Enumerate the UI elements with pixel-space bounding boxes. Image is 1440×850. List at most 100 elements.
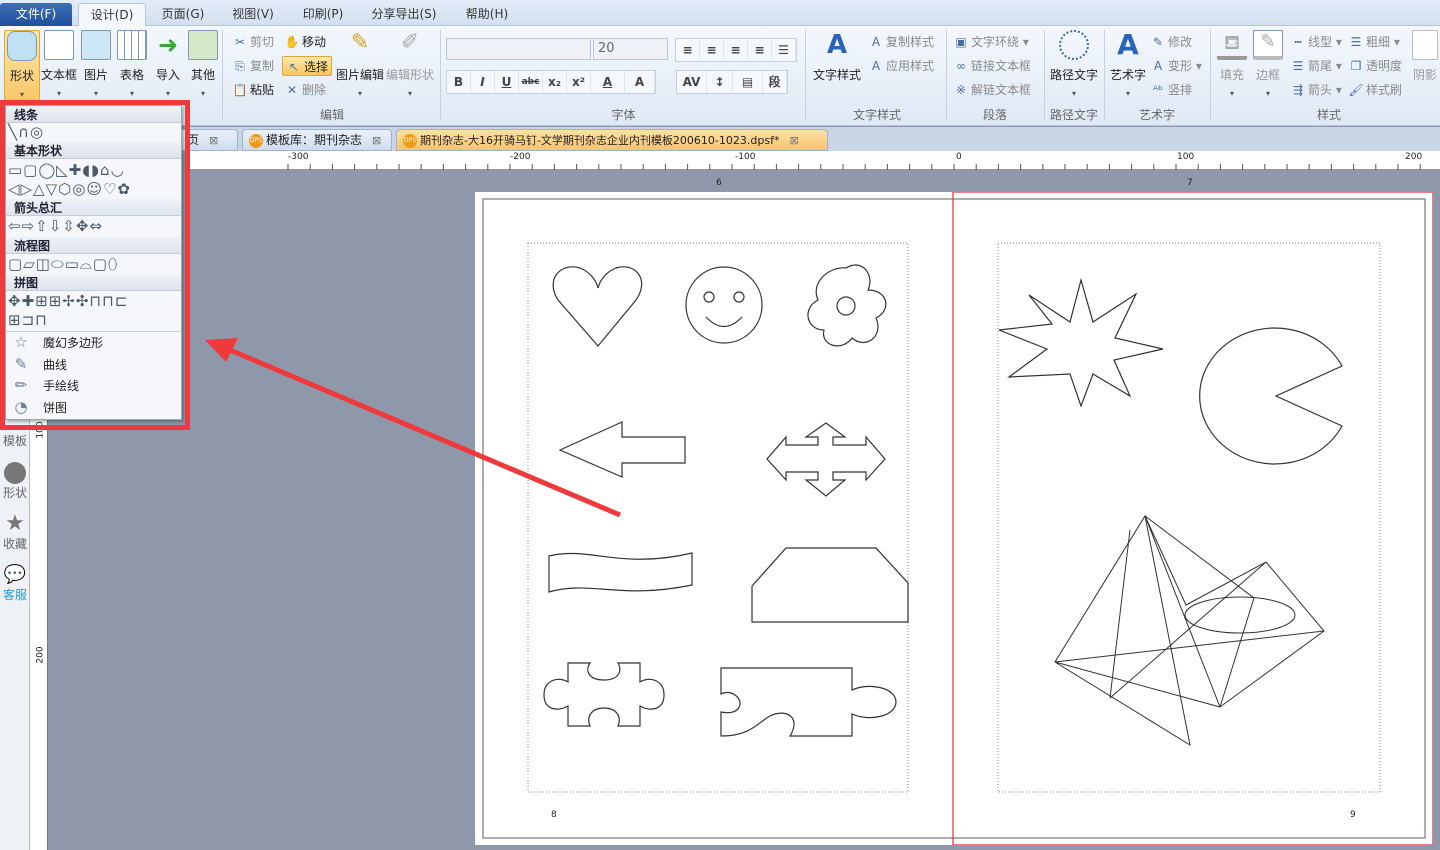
align-center-icon[interactable]: ≡ <box>700 39 724 61</box>
annotation-highlight-box <box>0 100 190 430</box>
tab-label: 期刊杂志-大16开骑马钉-文学期刊杂志企业内刊模板200610-1023.dps… <box>420 134 780 147</box>
shape-label: 形状 <box>9 69 34 83</box>
close-icon[interactable]: ⊠ <box>209 134 218 147</box>
arrow-tail-button[interactable]: ☰ 箭尾 ▾ <box>1290 56 1342 76</box>
copy-icon: ⎘ <box>235 59 245 73</box>
page-number-left: 8 <box>551 810 557 820</box>
path-text-button[interactable]: 路径文字 ▾ <box>1048 30 1100 98</box>
fill-button[interactable]: ⛾ 填充 ▾ <box>1214 30 1250 98</box>
sidebar-label: 客服 <box>2 588 27 602</box>
sidebar-item-support[interactable]: 💬 客服 <box>0 564 30 603</box>
move-button[interactable]: ✋ 移动 <box>284 32 327 52</box>
highlight-button[interactable]: A <box>625 71 655 93</box>
menu-design[interactable]: 设计(D) <box>78 3 146 26</box>
image-label: 图片 <box>83 68 108 82</box>
sidebar-item-favorites[interactable]: ★ 收藏 <box>0 513 30 552</box>
other-button[interactable]: 其他 ▾ <box>185 30 221 98</box>
opacity-button[interactable]: ❐ 透明度 <box>1348 56 1402 76</box>
chat-bubble-icon: 💬 <box>3 564 27 585</box>
format-brush-button[interactable]: 🖌 样式刷 <box>1348 80 1402 100</box>
copy-style-button[interactable]: A 复制样式 <box>868 32 934 52</box>
columns-icon[interactable]: ▤ <box>733 71 763 93</box>
cursor-icon: ↖ <box>288 60 300 74</box>
apply-style-button[interactable]: A 应用样式 <box>868 56 934 76</box>
weight-button[interactable]: ☰ 粗细 ▾ <box>1348 32 1400 52</box>
menu-print[interactable]: 印刷(P) <box>292 3 354 26</box>
image-edit-button[interactable]: ✎ 图片编辑 ▾ <box>336 30 384 98</box>
tab-label: 模板库：期刊杂志 <box>266 133 363 147</box>
text-wrap-button[interactable]: ▣ 文字环绕 ▾ <box>953 32 1029 52</box>
border-button[interactable]: ✎ 边框 ▾ <box>1250 30 1286 98</box>
bold-button[interactable]: B <box>447 71 471 93</box>
other-icon <box>188 30 218 60</box>
char-spacing-icon[interactable]: AV <box>677 71 707 93</box>
distribute-icon[interactable]: ☰ <box>772 39 796 61</box>
divider <box>1210 30 1211 120</box>
copy-button[interactable]: ⎘ 复制 <box>232 56 274 76</box>
superscript-button[interactable]: x² <box>567 71 591 93</box>
italic-button[interactable]: I <box>471 71 495 93</box>
select-label: 选择 <box>304 60 329 74</box>
divider <box>805 30 806 120</box>
image-button[interactable]: 图片 ▾ <box>78 30 114 98</box>
modify-button[interactable]: ✎ 修改 <box>1150 32 1192 52</box>
format-toolbar: B I Uabc x₂ x² A A <box>446 70 656 94</box>
cut-button[interactable]: ✂ 剪切 <box>232 32 274 52</box>
heart-shape <box>552 266 643 347</box>
close-icon[interactable]: ⊠ <box>372 134 381 147</box>
font-color-button[interactable]: A <box>591 71 625 93</box>
strikethrough-button[interactable]: abc <box>519 71 543 93</box>
menu-share-export[interactable]: 分享导出(S) <box>362 3 446 26</box>
subscript-button[interactable]: x₂ <box>543 71 567 93</box>
arrow-head <box>205 338 238 362</box>
sidebar-item-shapes[interactable]: 形状 <box>0 462 30 501</box>
paste-button[interactable]: 📋 粘贴 <box>232 80 275 100</box>
dps-logo-icon: DPS <box>403 134 417 148</box>
arrow-head-button[interactable]: ⇶ 箭头 ▾ <box>1290 80 1342 100</box>
font-size-select[interactable]: 20 <box>593 38 668 60</box>
tab-current-document[interactable]: DPS 期刊杂志-大16开骑马钉-文学期刊杂志企业内刊模板200610-1023.… <box>396 129 828 151</box>
select-button[interactable]: ↖ 选择 <box>282 56 333 76</box>
paragraph-icon[interactable]: 段 <box>763 71 787 93</box>
transform-button[interactable]: A 变形 ▾ <box>1150 56 1202 76</box>
justify-icon[interactable]: ≡ <box>748 39 772 61</box>
shape-button[interactable]: 形状 ▾ <box>4 30 40 106</box>
align-left-icon[interactable]: ≡ <box>676 39 700 61</box>
line-spacing-icon[interactable]: ↕ <box>707 71 733 93</box>
close-icon[interactable]: ⊠ <box>789 134 798 147</box>
link-textbox-button[interactable]: ∞ 链接文本框 <box>953 56 1031 76</box>
paragraph-group-label: 段落 <box>982 108 1007 122</box>
unlink-textbox-button[interactable]: ※ 解链文本框 <box>953 80 1031 100</box>
vertical-text-icon: ᴬᵇ <box>1152 83 1164 97</box>
textbox-button[interactable]: 文本框 ▾ <box>41 30 77 98</box>
path-text-icon <box>1059 30 1089 60</box>
line-type-button[interactable]: ┅ 线型 ▾ <box>1290 32 1341 52</box>
underline-button[interactable]: U <box>495 71 519 93</box>
ruler-label: 0 <box>956 152 962 162</box>
modify-icon: ✎ <box>1152 35 1164 49</box>
delete-button[interactable]: ✕ 删除 <box>284 80 326 100</box>
menu-view[interactable]: 视图(V) <box>222 3 284 26</box>
shadow-button[interactable]: 阴影 <box>1410 30 1440 83</box>
weight-icon: ☰ <box>1350 35 1362 49</box>
sidebar-item-templates[interactable]: 模板 <box>0 432 30 449</box>
align-right-icon[interactable]: ≡ <box>724 39 748 61</box>
vertical-text-button[interactable]: ᴬᵇ 竖排 <box>1150 80 1192 100</box>
transform-icon: A <box>1153 59 1163 73</box>
import-button[interactable]: ➜ 导入 ▾ <box>150 30 186 98</box>
copy-label: 复制 <box>250 59 275 73</box>
ruler-label: -100 <box>735 152 756 162</box>
font-name-select[interactable] <box>446 38 591 60</box>
pencil-image-icon: ✎ <box>350 30 370 55</box>
text-style-button[interactable]: A 文字样式 <box>812 30 862 83</box>
menu-help[interactable]: 帮助(H) <box>456 3 518 26</box>
apply-style-label: 应用样式 <box>886 59 935 73</box>
menu-file[interactable]: 文件(F) <box>0 3 72 26</box>
edit-shape-button[interactable]: ✐ 编辑形状 ▾ <box>386 30 434 98</box>
art-text-button[interactable]: A 艺术字 ▾ <box>1108 30 1148 99</box>
table-button[interactable]: 表格 ▾ <box>114 30 150 98</box>
menu-page[interactable]: 页面(G) <box>150 3 216 26</box>
star-burst-shape <box>998 277 1164 408</box>
tab-template-library[interactable]: DPS 模板库：期刊杂志 ⊠ <box>242 129 392 151</box>
edit-shape-icon: ✐ <box>400 30 420 55</box>
